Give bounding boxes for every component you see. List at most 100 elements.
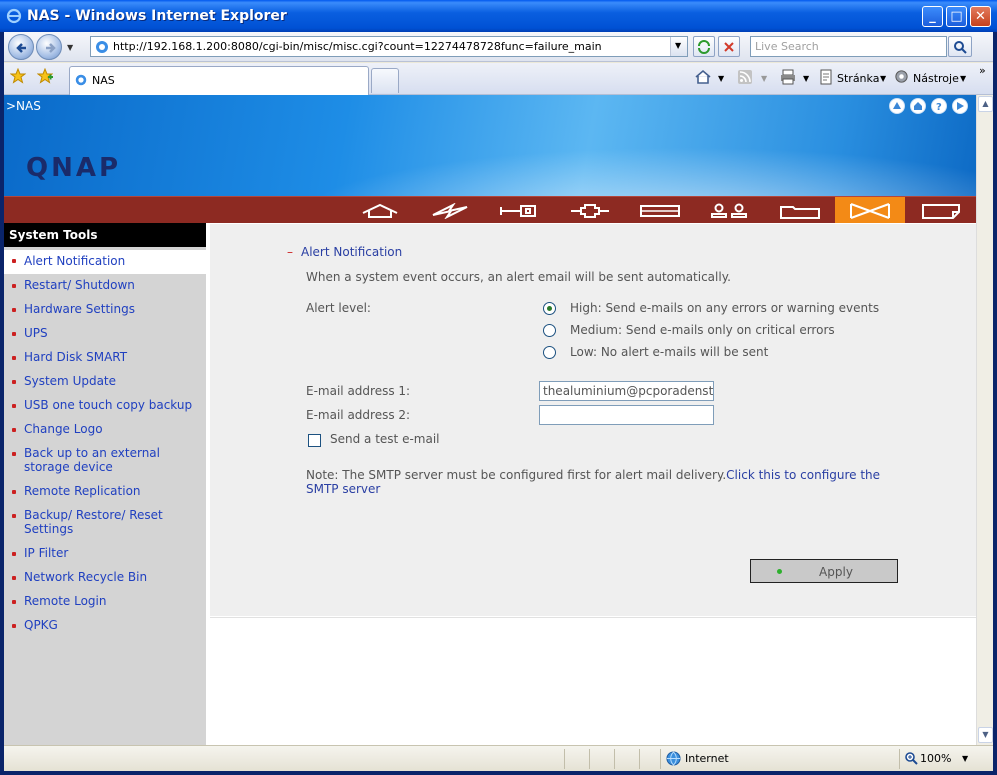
network-icon bbox=[571, 204, 609, 218]
tab-nas[interactable]: NAS bbox=[69, 66, 369, 95]
sidebar-item-network-recycle-bin[interactable]: Network Recycle Bin bbox=[4, 570, 206, 590]
alert-level-low-radio[interactable] bbox=[543, 346, 556, 359]
sidebar-item-external-backup[interactable]: Back up to an external storage device bbox=[4, 446, 206, 478]
sidebar-item-restart-shutdown[interactable]: Restart/ Shutdown bbox=[4, 278, 206, 298]
folder-icon bbox=[780, 206, 820, 219]
internet-globe-icon bbox=[666, 751, 681, 766]
new-tab-button[interactable] bbox=[371, 68, 399, 93]
print-icon[interactable] bbox=[779, 68, 797, 86]
sidebar-item-qpkg[interactable]: QPKG bbox=[4, 618, 206, 638]
menu-device-configuration[interactable] bbox=[625, 197, 695, 224]
collapse-icon[interactable]: – bbox=[287, 245, 293, 259]
next-button[interactable] bbox=[952, 98, 968, 114]
history-dropdown-icon[interactable]: ▼ bbox=[67, 43, 73, 52]
svg-text:?: ? bbox=[936, 102, 942, 111]
home-icon[interactable] bbox=[694, 68, 712, 86]
menu-system-settings[interactable] bbox=[485, 197, 555, 224]
page-menu[interactable]: Stránka bbox=[837, 72, 879, 85]
add-favorite-icon[interactable] bbox=[37, 68, 53, 84]
chevron-down-icon[interactable]: ▼ bbox=[803, 74, 809, 83]
page-icon bbox=[96, 41, 108, 53]
arrow-right-icon bbox=[957, 102, 964, 110]
menu-system-tools[interactable] bbox=[835, 197, 905, 224]
chevron-down-icon[interactable]: ▼ bbox=[761, 74, 767, 83]
sidebar-item-hard-disk-smart[interactable]: Hard Disk SMART bbox=[4, 350, 206, 370]
bullet bbox=[12, 284, 16, 288]
scroll-up-icon[interactable]: ▲ bbox=[978, 96, 993, 112]
sidebar-item-change-logo[interactable]: Change Logo bbox=[4, 422, 206, 442]
home-button[interactable] bbox=[910, 98, 926, 114]
status-separator bbox=[614, 749, 615, 769]
main-menu-bar bbox=[4, 196, 976, 224]
address-dropdown[interactable]: ▼ bbox=[670, 37, 687, 56]
gear-icon[interactable] bbox=[893, 68, 910, 85]
qnap-banner: >NAS QNAP ? bbox=[4, 95, 976, 196]
menu-network-share-management[interactable] bbox=[765, 197, 835, 224]
sidebar-item-backup-restore-reset[interactable]: Backup/ Restore/ Reset Settings bbox=[4, 508, 206, 540]
sidebar-item-system-update[interactable]: System Update bbox=[4, 374, 206, 394]
minimize-button[interactable]: _ bbox=[922, 6, 943, 27]
menu-statistics-logs[interactable] bbox=[905, 197, 975, 224]
window-title: NAS - Windows Internet Explorer bbox=[27, 8, 287, 24]
status-bar: Internet 100% ▼ bbox=[4, 745, 993, 771]
address-bar[interactable]: http://192.168.1.200:8080/cgi-bin/misc/m… bbox=[90, 36, 688, 57]
internet-explorer-icon bbox=[6, 8, 22, 24]
home-icon bbox=[362, 203, 398, 218]
search-input[interactable]: Live Search bbox=[750, 36, 947, 57]
stop-button[interactable] bbox=[718, 36, 740, 57]
forward-arrow-icon bbox=[46, 43, 56, 53]
breadcrumb: >NAS bbox=[6, 99, 41, 113]
sidebar-item-hardware-settings[interactable]: Hardware Settings bbox=[4, 302, 206, 322]
up-button[interactable] bbox=[889, 98, 905, 114]
alert-level-medium-radio[interactable] bbox=[543, 324, 556, 337]
menu-home[interactable] bbox=[345, 197, 415, 224]
zoom-icon[interactable] bbox=[904, 751, 918, 765]
scroll-down-icon[interactable]: ▼ bbox=[978, 727, 993, 743]
disk-icon bbox=[640, 205, 680, 217]
send-test-email-checkbox[interactable] bbox=[308, 434, 321, 447]
arrow-up-icon bbox=[893, 102, 901, 109]
sidebar-item-remote-replication[interactable]: Remote Replication bbox=[4, 484, 206, 504]
section-header[interactable]: – Alert Notification bbox=[287, 245, 402, 259]
email2-field[interactable] bbox=[539, 405, 714, 425]
refresh-button[interactable] bbox=[693, 36, 715, 57]
chevron-down-icon[interactable]: ▼ bbox=[962, 754, 968, 763]
alert-notification-panel: – Alert Notification When a system event … bbox=[210, 224, 976, 616]
search-button[interactable] bbox=[948, 36, 972, 57]
apply-button[interactable]: Apply bbox=[750, 559, 898, 583]
sidebar-item-ip-filter[interactable]: IP Filter bbox=[4, 546, 206, 566]
menu-network-settings[interactable] bbox=[555, 197, 625, 224]
sidebar-item-alert-notification[interactable]: Alert Notification bbox=[4, 250, 206, 274]
section-title: Alert Notification bbox=[301, 245, 403, 259]
bullet bbox=[12, 356, 16, 360]
toolbar-overflow-icon[interactable]: » bbox=[979, 64, 986, 77]
sidebar-item-ups[interactable]: UPS bbox=[4, 326, 206, 346]
tools-menu[interactable]: Nástroje bbox=[913, 72, 959, 85]
chevron-down-icon[interactable]: ▼ bbox=[718, 74, 724, 83]
sidebar-item-usb-one-touch-copy[interactable]: USB one touch copy backup bbox=[4, 398, 206, 418]
feeds-icon[interactable] bbox=[737, 69, 753, 85]
alert-level-medium-label: Medium: Send e-mails only on critical er… bbox=[570, 323, 835, 337]
window-titlebar: NAS - Windows Internet Explorer _ □ ✕ bbox=[0, 0, 997, 32]
favorites-star-icon[interactable] bbox=[10, 68, 26, 84]
page-viewport: >NAS QNAP ? System Tools Alert Notificat… bbox=[4, 95, 976, 745]
alert-level-high-radio[interactable] bbox=[543, 302, 556, 315]
chevron-down-icon[interactable]: ▼ bbox=[960, 74, 966, 83]
zoom-level[interactable]: 100% bbox=[920, 752, 951, 765]
section-description: When a system event occurs, an alert ema… bbox=[306, 270, 731, 284]
sidebar-item-remote-login[interactable]: Remote Login bbox=[4, 594, 206, 614]
page-menu-icon[interactable] bbox=[818, 69, 834, 85]
menu-quick-config[interactable] bbox=[415, 197, 485, 224]
maximize-button[interactable]: □ bbox=[946, 6, 967, 27]
help-button[interactable]: ? bbox=[931, 98, 947, 114]
back-button[interactable] bbox=[8, 34, 34, 60]
email1-field[interactable]: thealuminium@pcporadenstvi.c bbox=[539, 381, 714, 401]
bullet bbox=[12, 576, 16, 580]
navigation-bar: ▼ http://192.168.1.200:8080/cgi-bin/misc… bbox=[4, 32, 993, 62]
forward-button[interactable] bbox=[36, 34, 62, 60]
users-icon bbox=[711, 203, 747, 218]
close-window-button[interactable]: ✕ bbox=[970, 6, 991, 27]
menu-user-management[interactable] bbox=[695, 197, 765, 224]
chevron-down-icon[interactable]: ▼ bbox=[880, 74, 886, 83]
vertical-scrollbar[interactable]: ▲ ▼ bbox=[976, 95, 993, 745]
